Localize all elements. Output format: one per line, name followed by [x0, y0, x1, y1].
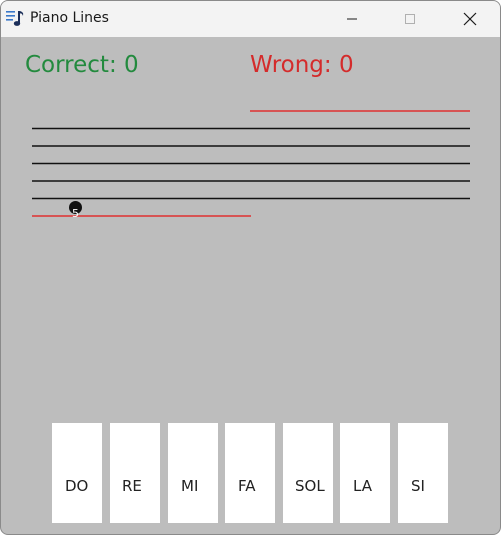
key-mi[interactable]: MI — [168, 423, 218, 523]
key-do-label: DO — [65, 477, 89, 495]
key-la-label: LA — [353, 477, 372, 495]
maximize-button[interactable] — [387, 1, 433, 37]
close-icon — [463, 12, 477, 26]
key-fa[interactable]: FA — [225, 423, 275, 523]
window-title: Piano Lines — [30, 10, 109, 26]
key-si[interactable]: SI — [398, 423, 448, 523]
key-si-label: SI — [411, 477, 425, 495]
key-do[interactable]: DO — [52, 423, 102, 523]
minimize-button[interactable] — [329, 1, 375, 37]
key-sol-label: SOL — [295, 477, 325, 495]
key-sol[interactable]: SOL — [283, 423, 333, 523]
key-fa-label: FA — [238, 477, 256, 495]
game-area: Correct: 0 Wrong: 0 5 DO RE MI FA SOL LA… — [1, 37, 500, 534]
key-mi-label: MI — [181, 477, 199, 495]
maximize-icon — [405, 14, 415, 24]
key-re[interactable]: RE — [110, 423, 160, 523]
app-window: Piano Lines Correct: 0 Wrong: 0 5 DO RE … — [0, 0, 501, 535]
title-bar[interactable]: Piano Lines — [1, 1, 500, 37]
key-la[interactable]: LA — [340, 423, 390, 523]
key-re-label: RE — [122, 477, 142, 495]
note-label: 5 — [72, 207, 79, 220]
music-staff: 5 — [32, 110, 470, 220]
close-button[interactable] — [447, 1, 493, 37]
minimize-icon — [347, 18, 357, 20]
music-note-icon — [6, 11, 24, 26]
